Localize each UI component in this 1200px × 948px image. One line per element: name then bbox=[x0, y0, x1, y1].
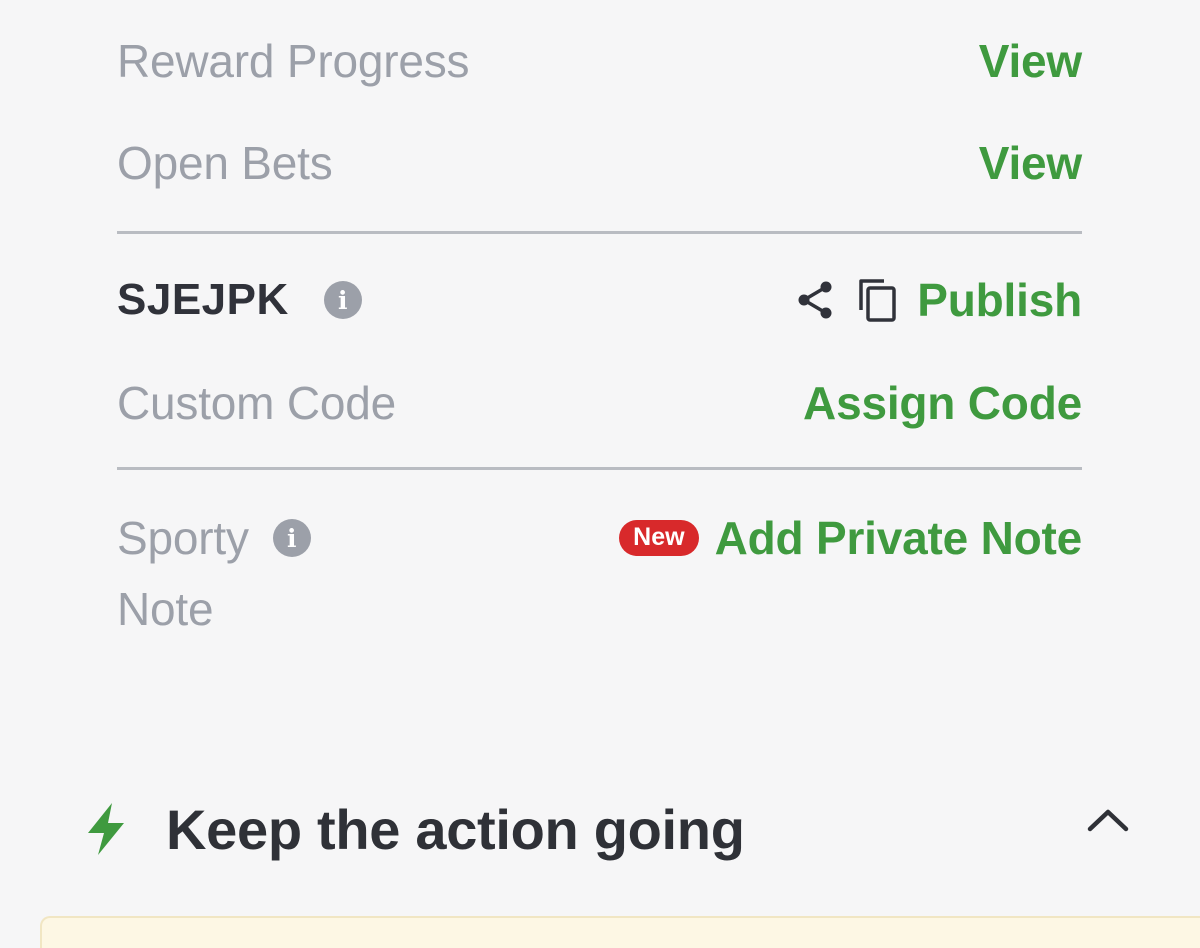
chevron-up-icon[interactable] bbox=[1086, 807, 1130, 833]
assign-code-link[interactable]: Assign Code bbox=[803, 380, 1082, 426]
next-section-card bbox=[40, 916, 1200, 948]
share-icon[interactable] bbox=[795, 279, 835, 321]
open-bets-label: Open Bets bbox=[117, 137, 333, 189]
info-icon[interactable]: i bbox=[272, 519, 311, 557]
open-bets-row: Open Bets View bbox=[117, 140, 1082, 186]
publish-link[interactable]: Publish bbox=[917, 277, 1082, 323]
booking-code: SJEJPK bbox=[117, 275, 289, 324]
custom-code-row: Custom Code Assign Code bbox=[117, 380, 1082, 426]
divider bbox=[117, 467, 1082, 470]
section-title: Keep the action going bbox=[166, 797, 745, 861]
add-private-note-group: New Add Private Note bbox=[619, 515, 1082, 561]
open-bets-view-link[interactable]: View bbox=[979, 140, 1082, 186]
booking-code-row: SJEJPK i Publish bbox=[117, 275, 1082, 325]
keep-action-going-header[interactable]: Keep the action going bbox=[82, 790, 1130, 868]
custom-code-label: Custom Code bbox=[117, 377, 397, 429]
sporty-note-label-line1: Sporty bbox=[117, 512, 249, 564]
copy-icon[interactable] bbox=[857, 277, 897, 323]
info-icon[interactable]: i bbox=[323, 281, 362, 319]
sporty-note-label-group: Sporty i Note bbox=[117, 515, 311, 632]
new-badge: New bbox=[619, 520, 699, 556]
sporty-note-label-line2: Note bbox=[117, 583, 214, 635]
divider bbox=[117, 231, 1082, 234]
reward-progress-row: Reward Progress View bbox=[117, 38, 1082, 84]
reward-progress-label: Reward Progress bbox=[117, 35, 470, 87]
add-private-note-link[interactable]: Add Private Note bbox=[715, 515, 1083, 561]
sporty-note-row: Sporty i Note New Add Private Note bbox=[117, 515, 1082, 632]
lightning-icon bbox=[82, 801, 130, 857]
reward-progress-view-link[interactable]: View bbox=[979, 38, 1082, 84]
